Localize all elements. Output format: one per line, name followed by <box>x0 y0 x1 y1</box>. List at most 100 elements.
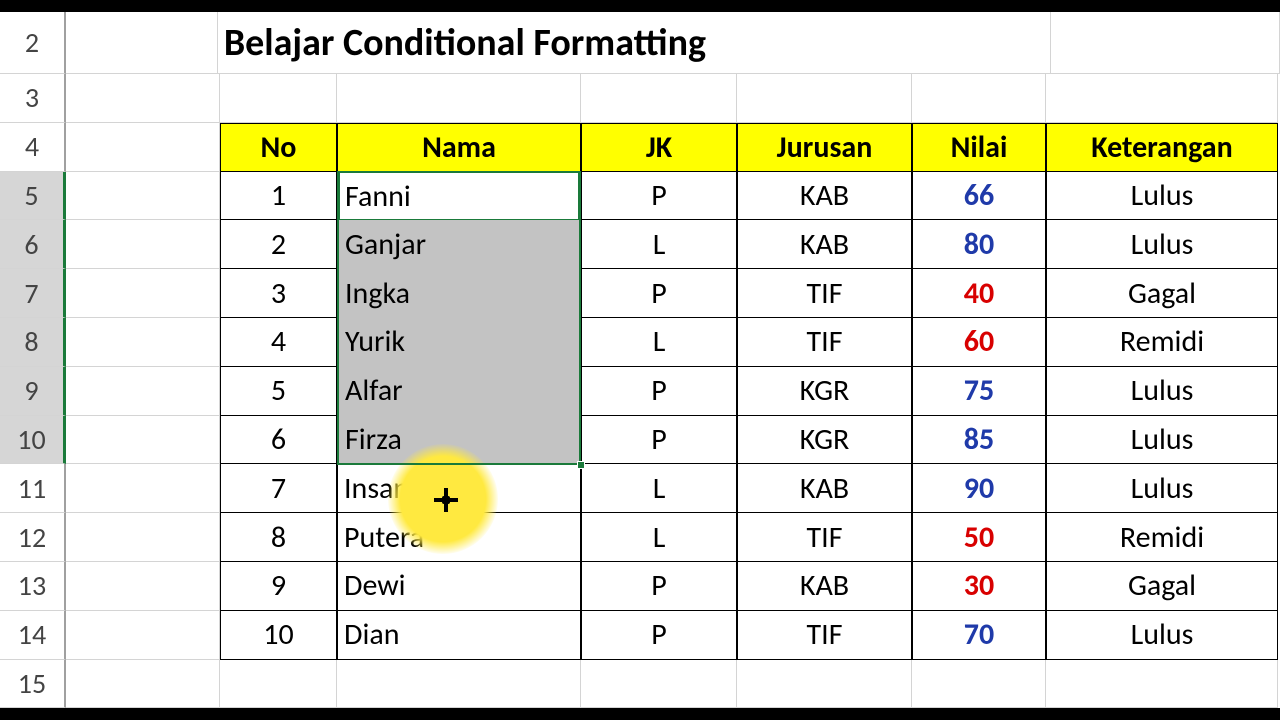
cell-jk[interactable]: L <box>581 513 737 562</box>
cell-jk[interactable]: P <box>581 172 737 221</box>
cell[interactable] <box>737 660 912 709</box>
cell[interactable] <box>66 416 220 465</box>
cell[interactable] <box>66 367 220 416</box>
col-header-keterangan[interactable]: Keterangan <box>1046 123 1278 172</box>
page-title[interactable]: Belajar Conditional Formatting <box>218 12 1051 74</box>
row-header[interactable]: 15 <box>0 660 66 709</box>
row-header[interactable]: 5 <box>0 172 66 221</box>
cell[interactable] <box>66 562 220 611</box>
cell-nilai[interactable]: 40 <box>912 269 1046 318</box>
cell[interactable] <box>66 464 220 513</box>
cell-keterangan[interactable]: Remidi <box>1046 318 1278 367</box>
cell-keterangan[interactable]: Gagal <box>1046 562 1278 611</box>
col-header-nama[interactable]: Nama <box>337 123 581 172</box>
cell-no[interactable]: 10 <box>220 611 337 660</box>
cell-keterangan[interactable]: Lulus <box>1046 416 1278 465</box>
cell[interactable] <box>737 74 912 123</box>
cell[interactable] <box>1051 12 1280 74</box>
row-header[interactable]: 3 <box>0 74 66 123</box>
row-header[interactable]: 4 <box>0 123 66 172</box>
cell-jk[interactable]: L <box>581 220 737 269</box>
row-header[interactable]: 14 <box>0 611 66 660</box>
cell-no[interactable]: 5 <box>220 367 337 416</box>
col-header-no[interactable]: No <box>220 123 337 172</box>
cell-jurusan[interactable]: TIF <box>737 611 912 660</box>
cell-jurusan[interactable]: KGR <box>737 367 912 416</box>
cell-keterangan[interactable]: Lulus <box>1046 464 1278 513</box>
cell[interactable] <box>1046 74 1278 123</box>
cell-no[interactable]: 2 <box>220 220 337 269</box>
cell-nilai[interactable]: 30 <box>912 562 1046 611</box>
cell-nilai[interactable]: 50 <box>912 513 1046 562</box>
cell-nilai[interactable]: 85 <box>912 416 1046 465</box>
cell[interactable] <box>66 12 218 74</box>
spreadsheet-viewport[interactable]: 2 Belajar Conditional Formatting 3 4 No … <box>0 12 1280 708</box>
cell[interactable] <box>66 611 220 660</box>
cell[interactable] <box>66 172 220 221</box>
cell[interactable] <box>220 74 337 123</box>
row-header[interactable]: 2 <box>0 12 66 74</box>
cell[interactable] <box>912 74 1046 123</box>
row-header[interactable]: 11 <box>0 464 66 513</box>
cell-nilai[interactable]: 90 <box>912 464 1046 513</box>
col-header-jurusan[interactable]: Jurusan <box>737 123 912 172</box>
cell-jk[interactable]: P <box>581 367 737 416</box>
cell-no[interactable]: 4 <box>220 318 337 367</box>
cell-no[interactable]: 3 <box>220 269 337 318</box>
cell-jk[interactable]: L <box>581 318 737 367</box>
cell[interactable] <box>66 123 220 172</box>
cell[interactable] <box>66 269 220 318</box>
cell-jurusan[interactable]: TIF <box>737 513 912 562</box>
cell-nilai[interactable]: 80 <box>912 220 1046 269</box>
cell-jurusan[interactable]: TIF <box>737 318 912 367</box>
cell[interactable] <box>337 74 581 123</box>
cell-nama[interactable]: Putera <box>337 513 581 562</box>
row-header[interactable]: 8 <box>0 318 66 367</box>
cell-jurusan[interactable]: KAB <box>737 464 912 513</box>
cell[interactable] <box>337 660 581 709</box>
cell[interactable] <box>66 220 220 269</box>
cell[interactable] <box>581 74 737 123</box>
cell-keterangan[interactable]: Lulus <box>1046 220 1278 269</box>
cell[interactable] <box>66 660 220 709</box>
cell-no[interactable]: 6 <box>220 416 337 465</box>
cell[interactable] <box>581 660 737 709</box>
cell-nilai[interactable]: 60 <box>912 318 1046 367</box>
cell[interactable] <box>66 74 220 123</box>
cell-nama[interactable]: Dian <box>337 611 581 660</box>
cell-nilai[interactable]: 70 <box>912 611 1046 660</box>
cell[interactable] <box>66 318 220 367</box>
row-header[interactable]: 6 <box>0 220 66 269</box>
cell-nilai[interactable]: 66 <box>912 172 1046 221</box>
cell-jk[interactable]: P <box>581 269 737 318</box>
cell-no[interactable]: 7 <box>220 464 337 513</box>
cell-jurusan[interactable]: KAB <box>737 220 912 269</box>
cell[interactable] <box>220 660 337 709</box>
cell-jurusan[interactable]: KAB <box>737 562 912 611</box>
cell-keterangan[interactable]: Lulus <box>1046 611 1278 660</box>
cell-no[interactable]: 9 <box>220 562 337 611</box>
cell-keterangan[interactable]: Remidi <box>1046 513 1278 562</box>
cell-jurusan[interactable]: KGR <box>737 416 912 465</box>
row-header[interactable]: 13 <box>0 562 66 611</box>
cell-keterangan[interactable]: Lulus <box>1046 367 1278 416</box>
cell-no[interactable]: 8 <box>220 513 337 562</box>
row-header[interactable]: 7 <box>0 269 66 318</box>
cell-nama[interactable]: Insan <box>337 464 581 513</box>
cell-jk[interactable]: L <box>581 464 737 513</box>
cell-nilai[interactable]: 75 <box>912 367 1046 416</box>
cell[interactable] <box>912 660 1046 709</box>
cell-no[interactable]: 1 <box>220 172 337 221</box>
cell-jk[interactable]: P <box>581 562 737 611</box>
cell[interactable] <box>66 513 220 562</box>
fill-handle[interactable] <box>577 461 585 469</box>
cell-jurusan[interactable]: KAB <box>737 172 912 221</box>
cell-nama[interactable]: Dewi <box>337 562 581 611</box>
row-header[interactable]: 9 <box>0 367 66 416</box>
cell-jk[interactable]: P <box>581 611 737 660</box>
row-header[interactable]: 10 <box>0 416 66 465</box>
col-header-jk[interactable]: JK <box>581 123 737 172</box>
cell-jk[interactable]: P <box>581 416 737 465</box>
cell-keterangan[interactable]: Gagal <box>1046 269 1278 318</box>
cell-jurusan[interactable]: TIF <box>737 269 912 318</box>
